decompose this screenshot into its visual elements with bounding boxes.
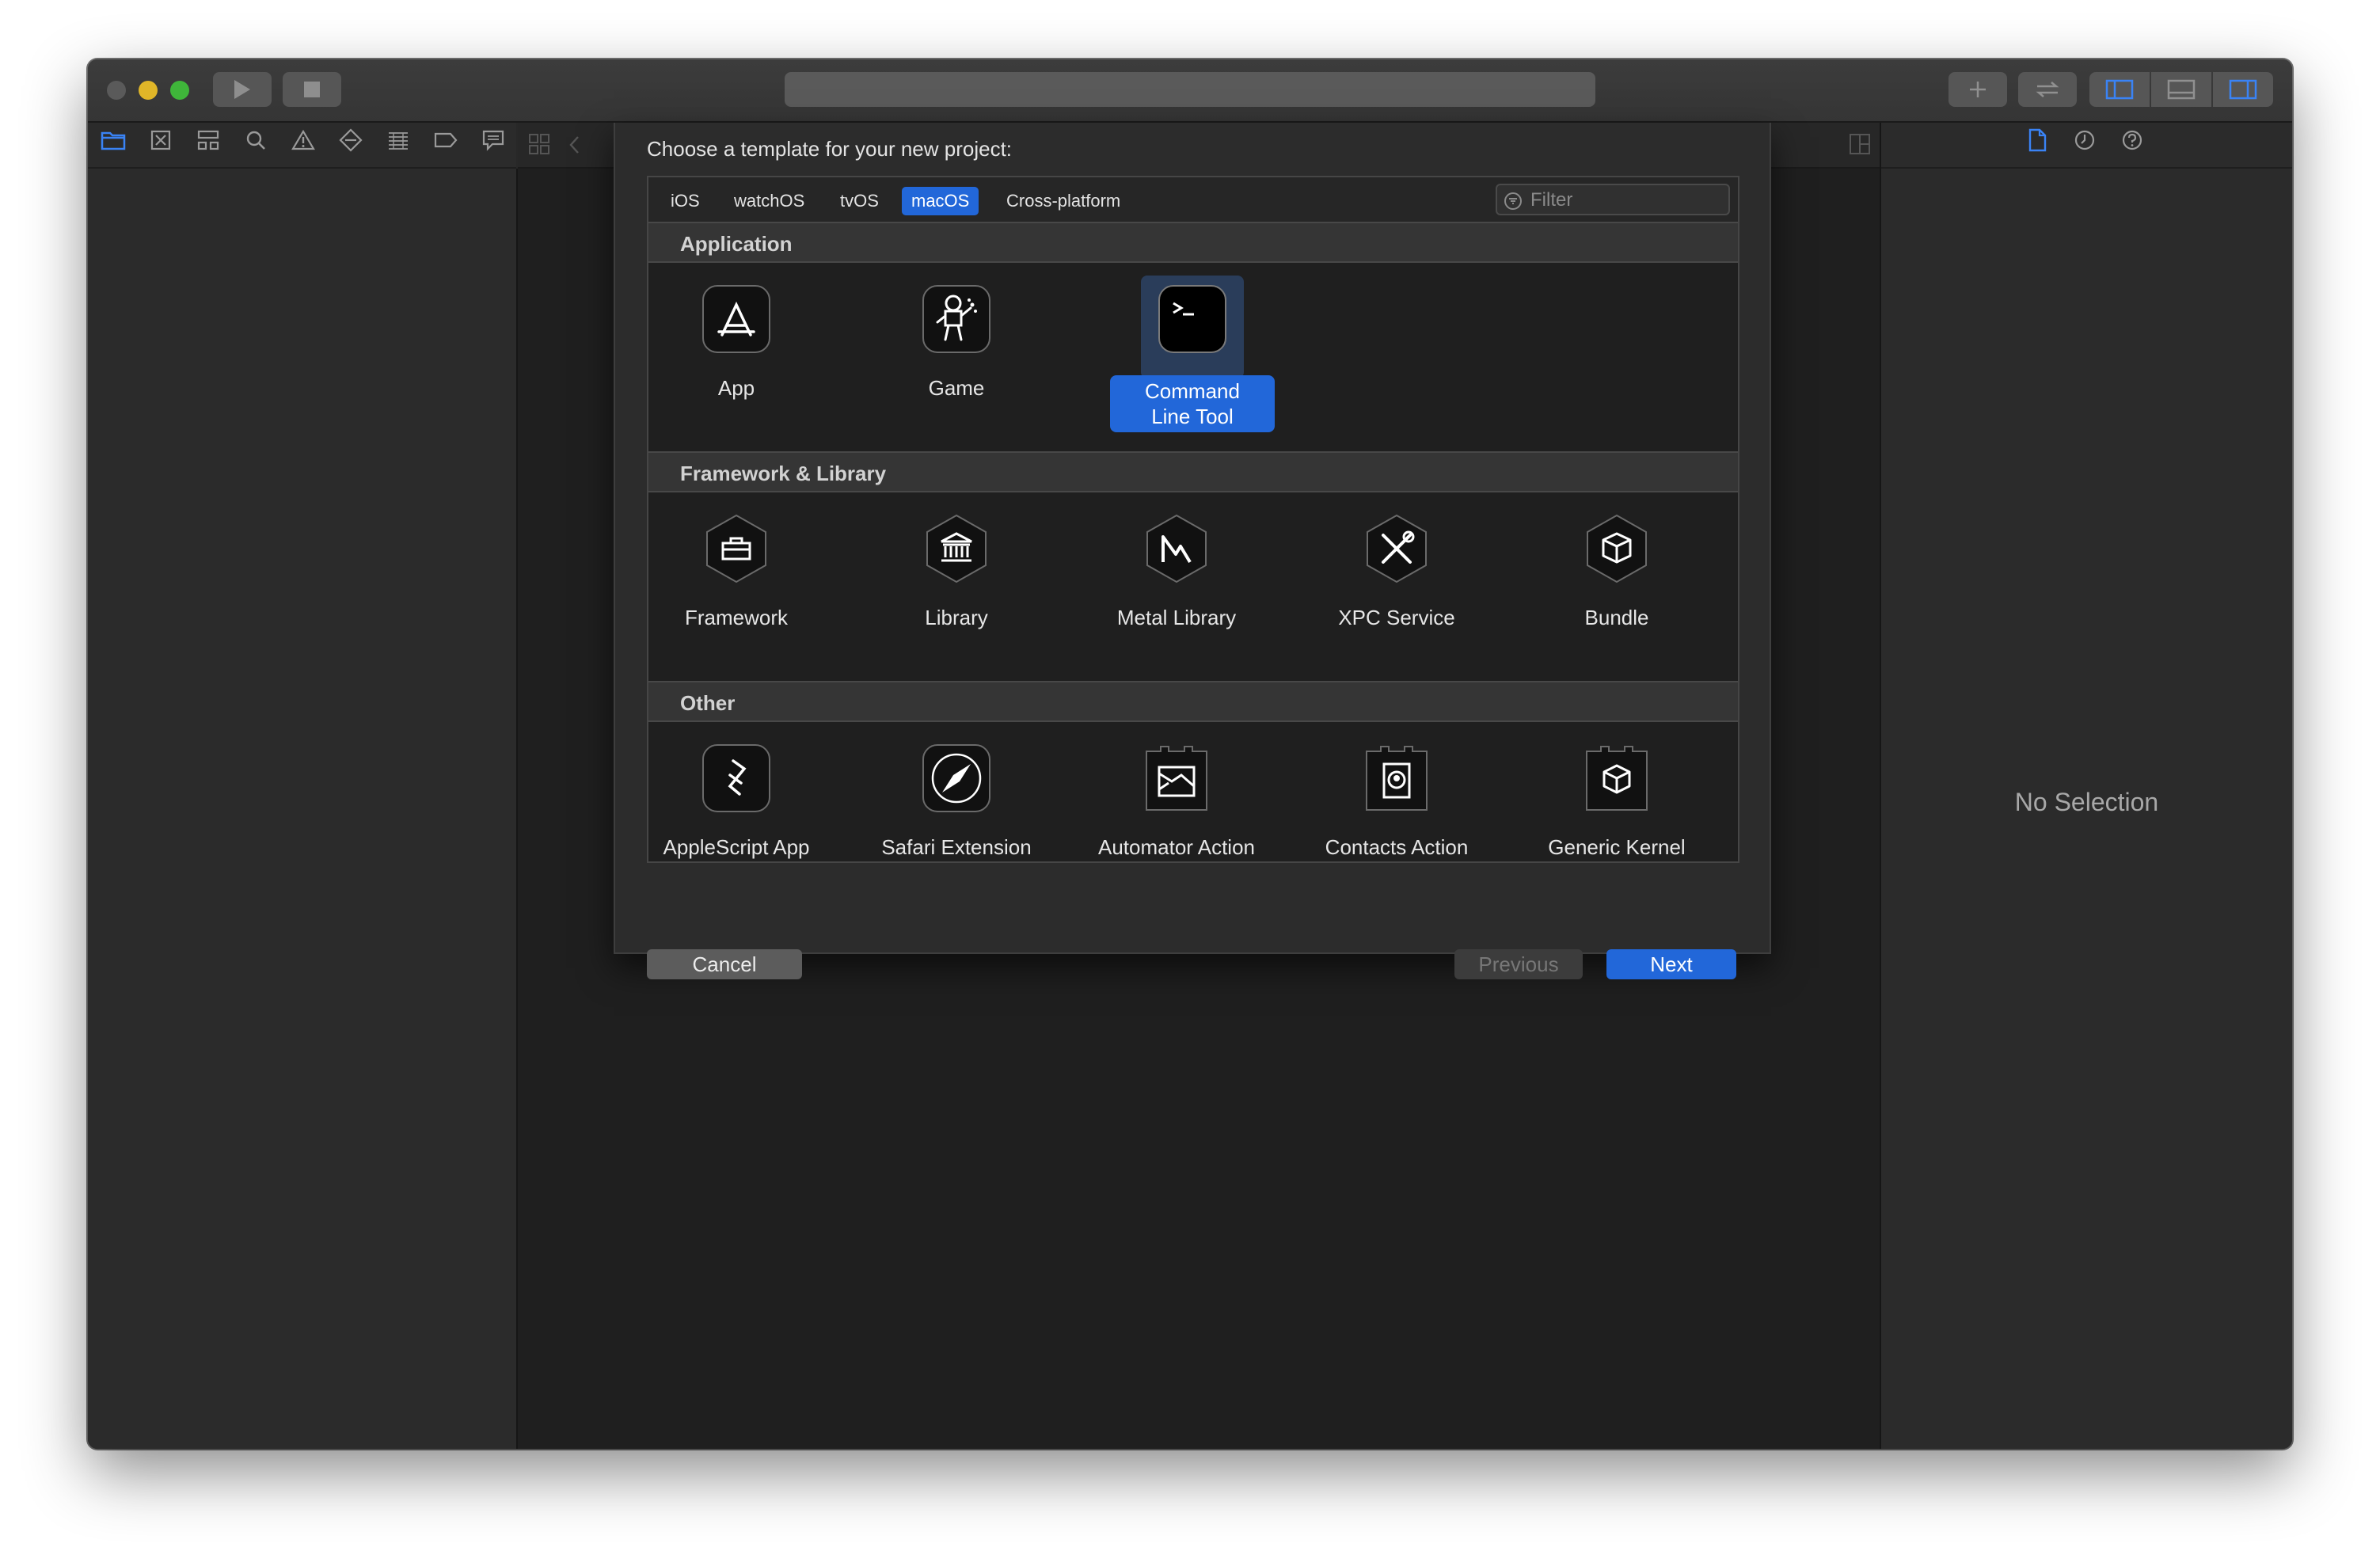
compass-icon [921, 743, 992, 814]
tab-macos[interactable]: macOS [902, 187, 979, 215]
inspector-panel [1880, 123, 2292, 1449]
toolbox-icon [701, 513, 772, 584]
template-picker: iOS watchOS tvOS macOS Cross-platform Ap… [647, 176, 1739, 863]
section-header-other: Other [648, 681, 1738, 722]
template-label: Bundle [1584, 606, 1649, 629]
game-robot-icon [921, 283, 992, 355]
metal-icon [1141, 513, 1212, 584]
template-framework[interactable]: Framework [648, 513, 835, 630]
run-button[interactable] [213, 72, 272, 107]
file-icon[interactable] [2026, 127, 2048, 157]
library-building-icon [921, 513, 992, 584]
tab-watchos[interactable]: watchOS [724, 187, 814, 215]
contacts-icon [1361, 743, 1432, 814]
next-button[interactable]: Next [1606, 949, 1736, 979]
report-icon[interactable] [479, 126, 508, 154]
play-icon [234, 80, 250, 99]
search-icon[interactable] [241, 126, 270, 154]
template-automator-action[interactable]: Automator Action [1078, 743, 1276, 860]
sheet-title: Choose a template for your new project: [647, 137, 1013, 161]
xcode-window: No Selection Choose a template for your … [88, 59, 2292, 1449]
template-contacts-action[interactable]: Contacts Action [1298, 743, 1496, 860]
platform-tabs: iOS watchOS tvOS macOS Cross-platform [648, 177, 1738, 223]
template-label: Framework [684, 606, 788, 629]
hierarchy-icon[interactable] [194, 126, 222, 154]
zoom-button[interactable] [170, 81, 189, 100]
warning-icon[interactable] [289, 126, 317, 154]
template-label: Generic Kernel [1548, 835, 1686, 859]
debug-icon[interactable] [384, 126, 413, 154]
template-bundle[interactable]: Bundle [1518, 513, 1716, 630]
bottom-panel-icon [2167, 79, 2196, 100]
template-label: Game [928, 376, 985, 400]
section-header-framework-library: Framework & Library [648, 451, 1738, 492]
swap-arrows-icon [2036, 82, 2059, 97]
activity-viewer [785, 72, 1595, 107]
close-button[interactable] [107, 81, 126, 100]
app-store-a-icon [701, 283, 772, 355]
library-button[interactable] [1948, 72, 2007, 107]
test-icon[interactable] [336, 126, 365, 154]
no-selection-label: No Selection [2014, 788, 2159, 816]
applescript-icon [701, 743, 772, 814]
left-panel-icon [2105, 79, 2134, 100]
template-command-line-tool[interactable]: Command Line Tool [1093, 283, 1291, 432]
section-header-application: Application [648, 222, 1738, 263]
toggle-debug-area-button[interactable] [2151, 72, 2211, 107]
folder-icon[interactable] [99, 126, 127, 154]
template-label: App [717, 376, 755, 400]
template-xpc-service[interactable]: XPC Service [1298, 513, 1496, 630]
automator-icon [1141, 743, 1212, 814]
code-review-button[interactable] [2018, 72, 2077, 107]
toolbar [88, 59, 2292, 123]
template-label-selected: Command Line Tool [1110, 375, 1275, 432]
template-label: Safari Extension [881, 835, 1032, 859]
template-label: Automator Action [1098, 835, 1255, 859]
history-icon[interactable] [2074, 129, 2096, 155]
tools-icon [1361, 513, 1432, 584]
template-app[interactable]: App [648, 283, 835, 401]
toggle-navigator-button[interactable] [2089, 72, 2150, 107]
add-editor-icon[interactable] [1848, 132, 1872, 160]
template-sheet: Choose a template for your new project: … [614, 123, 1771, 979]
template-label: Metal Library [1116, 606, 1237, 629]
cancel-button[interactable]: Cancel [647, 949, 802, 979]
source-control-icon[interactable] [146, 126, 175, 154]
previous-button[interactable]: Previous [1454, 949, 1583, 979]
tab-tvos[interactable]: tvOS [831, 187, 888, 215]
template-label: Library [925, 606, 988, 629]
template-metal-library[interactable]: Metal Library [1078, 513, 1276, 630]
minimize-button[interactable] [139, 81, 158, 100]
stop-icon [304, 82, 320, 97]
template-generic-kernel[interactable]: Generic Kernel [1518, 743, 1716, 860]
template-label: AppleScript App [663, 835, 810, 859]
filter-field[interactable] [1496, 184, 1730, 215]
grid-icon[interactable] [527, 132, 551, 160]
right-panel-icon [2229, 79, 2257, 100]
stop-button[interactable] [283, 72, 341, 107]
template-library[interactable]: Library [857, 513, 1055, 630]
box-icon [1581, 513, 1652, 584]
template-game[interactable]: Game [857, 283, 1055, 401]
chevron-left-icon[interactable] [567, 134, 583, 160]
plus-icon [1970, 82, 1986, 97]
navigator-panel [88, 169, 518, 1449]
kernel-box-icon [1581, 743, 1652, 814]
tab-ios[interactable]: iOS [661, 187, 709, 215]
terminal-icon [1157, 283, 1228, 355]
filter-icon [1504, 192, 1522, 210]
tab-cross-platform[interactable]: Cross-platform [997, 187, 1130, 215]
filter-input[interactable] [1529, 188, 1722, 212]
breakpoint-icon[interactable] [432, 126, 460, 154]
template-label: Contacts Action [1325, 835, 1469, 859]
toggle-inspector-button[interactable] [2213, 72, 2273, 107]
help-icon[interactable] [2121, 129, 2143, 155]
template-applescript-app[interactable]: AppleScript App [648, 743, 835, 860]
template-safari-extension[interactable]: Safari Extension [857, 743, 1055, 860]
template-label: XPC Service [1338, 606, 1455, 629]
